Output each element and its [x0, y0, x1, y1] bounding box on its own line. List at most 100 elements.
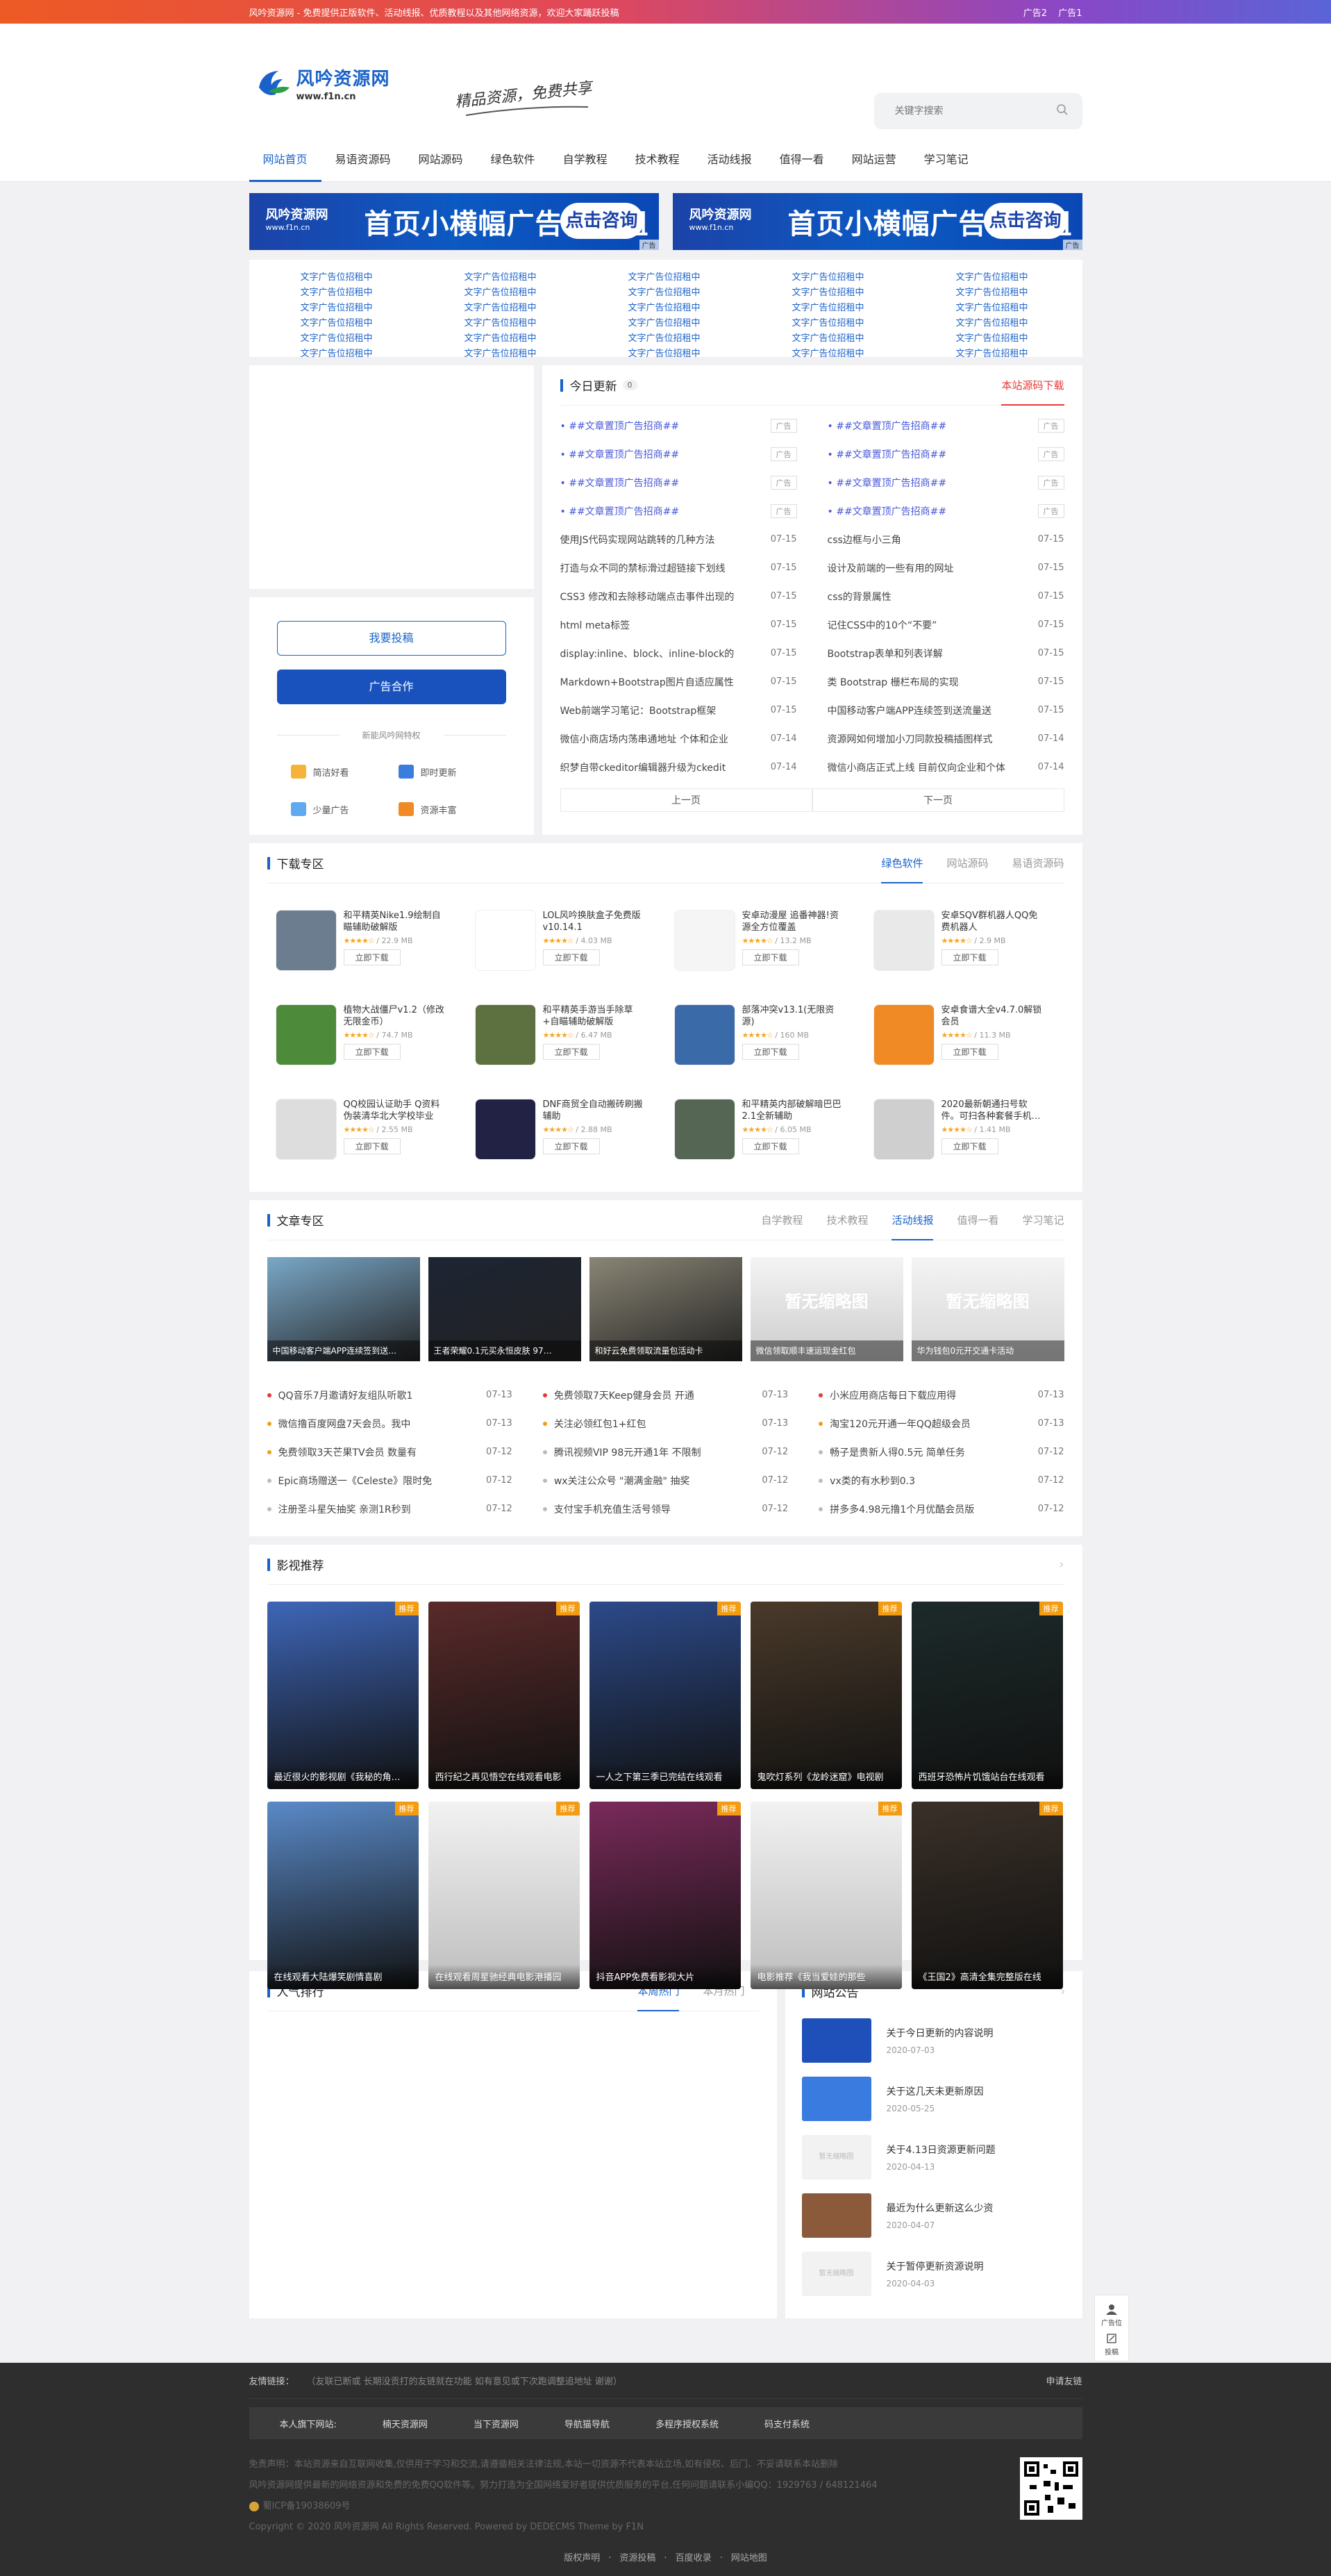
download-button[interactable]: 立即下载: [742, 1044, 799, 1060]
text-ad-link[interactable]: 文字广告位招租中: [301, 315, 464, 331]
list-item[interactable]: ##文章置顶广告招商##广告: [560, 468, 797, 497]
list-item[interactable]: ##文章置顶广告招商##广告: [560, 440, 797, 468]
tab-easy-code[interactable]: 易语资源码: [1012, 843, 1064, 883]
text-ad-link[interactable]: 文字广告位招租中: [792, 300, 956, 315]
banner-ad-right[interactable]: 风吟资源网 www.f1n.cn 首页小横幅广告位招租 点击咨询 广告: [672, 193, 1082, 250]
list-item[interactable]: wx关注公众号 "潮满金融" 抽奖 07-12: [542, 1466, 788, 1495]
footer-link[interactable]: 网站地图: [731, 2553, 767, 2563]
list-item[interactable]: 微信小商店场内荡串通地址 个体和企业 07-14: [560, 724, 797, 753]
notice-item[interactable]: 关于这几天未更新原因 2020-05-25: [801, 2070, 1066, 2128]
download-button[interactable]: 立即下载: [343, 949, 401, 965]
download-button[interactable]: 立即下载: [343, 1138, 401, 1154]
download-item[interactable]: LOL风吟换肤盒子免费版v10.14.1 ★★★★☆ / 4.03 MB 立即下载: [467, 892, 666, 986]
download-name[interactable]: 和平精英Nike1.9绘制自瞄辅助破解版: [344, 910, 448, 933]
submit-button[interactable]: 我要投稿: [276, 621, 506, 656]
banner-ad-left[interactable]: 风吟资源网 www.f1n.cn 首页小横幅广告位招租 点击咨询 广告: [249, 193, 659, 250]
top-ad2-link[interactable]: 广告2: [1023, 8, 1047, 19]
download-name[interactable]: 安卓动漫屋 追番神器!资源全方位覆盖: [742, 910, 846, 933]
own-site-link[interactable]: 当下资源网: [474, 2417, 519, 2430]
list-item[interactable]: Markdown+Bootstrap图片自适应属性 07-15: [560, 667, 797, 696]
notice-item[interactable]: 暂无缩略图 关于4.13日资源更新问题 2020-04-13: [801, 2128, 1066, 2186]
movie-card[interactable]: 推荐 《王国2》高清全集完整版在线: [911, 1802, 1063, 1989]
article-thumb[interactable]: 和好云免费领取流量包活动卡: [589, 1257, 742, 1361]
list-item[interactable]: 类 Bootstrap 栅栏布局的实现 07-15: [828, 667, 1064, 696]
text-ad-link[interactable]: 文字广告位招租中: [792, 285, 956, 300]
list-item[interactable]: 设计及前端的一些有用的网址 07-15: [828, 554, 1064, 582]
download-button[interactable]: 立即下载: [343, 1044, 401, 1060]
text-ad-link[interactable]: 文字广告位招租中: [464, 315, 628, 331]
download-name[interactable]: 植物大战僵尸v1.2（修改无限金币）: [344, 1004, 448, 1028]
text-ad-link[interactable]: 文字广告位招租中: [628, 300, 792, 315]
download-name[interactable]: QQ校园认证助手 Q资料伪装清华北大学校毕业: [344, 1099, 448, 1122]
list-item[interactable]: 腾讯视频VIP 98元开通1年 不限制 07-12: [542, 1438, 788, 1466]
download-button[interactable]: 立即下载: [542, 949, 600, 965]
footer-link[interactable]: 版权声明: [564, 2553, 600, 2563]
nav-site-operation[interactable]: 网站运营: [838, 146, 910, 182]
site-logo[interactable]: 风吟资源网 www.f1n.cn: [255, 64, 390, 103]
text-ad-link[interactable]: 文字广告位招租中: [301, 269, 464, 285]
text-ad-link[interactable]: 文字广告位招租中: [464, 269, 628, 285]
nav-web-source[interactable]: 网站源码: [405, 146, 477, 182]
own-site-link[interactable]: 楠天资源网: [383, 2417, 428, 2430]
text-ad-link[interactable]: 文字广告位招租中: [464, 346, 628, 361]
text-ad-link[interactable]: 文字广告位招租中: [464, 300, 628, 315]
footer-link[interactable]: 百度收录: [676, 2553, 712, 2563]
text-ad-link[interactable]: 文字广告位招租中: [956, 285, 1120, 300]
download-item[interactable]: 2020最新朝通扫号软件。可扫各种套餐手机… ★★★★☆ / 1.41 MB 立即下…: [865, 1081, 1064, 1175]
list-item[interactable]: display:inline、block、inline-block的 07-15: [560, 639, 797, 667]
list-item[interactable]: 小米应用商店每日下载应用得 07-13: [819, 1381, 1064, 1409]
list-item[interactable]: 注册圣斗星矢抽奖 亲测1R秒到 07-12: [267, 1495, 512, 1523]
text-ad-link[interactable]: 文字广告位招租中: [792, 269, 956, 285]
tab-web-source[interactable]: 网站源码: [946, 843, 988, 883]
text-ad-link[interactable]: 文字广告位招租中: [301, 300, 464, 315]
icp-record[interactable]: 蜀ICP备19038609号: [249, 2496, 1082, 2517]
text-ad-link[interactable]: 文字广告位招租中: [956, 346, 1120, 361]
own-site-link[interactable]: 多程序授权系统: [655, 2417, 719, 2430]
text-ad-link[interactable]: 文字广告位招租中: [956, 300, 1120, 315]
text-ad-link[interactable]: 文字广告位招租中: [464, 285, 628, 300]
nav-study-notes[interactable]: 学习笔记: [910, 146, 982, 182]
list-item[interactable]: Epic商场赠送一《Celeste》限时免 07-12: [267, 1466, 512, 1495]
list-item[interactable]: 微信小商店正式上线 目前仅向企业和个体 07-14: [828, 753, 1064, 781]
download-button[interactable]: 立即下载: [941, 1138, 998, 1154]
text-ad-link[interactable]: 文字广告位招租中: [628, 285, 792, 300]
side-ad-button[interactable]: 广告位: [1095, 2295, 1128, 2327]
notice-item[interactable]: 关于今日更新的内容说明 2020-07-03: [801, 2011, 1066, 2070]
download-item[interactable]: DNF商贸全自动搬砖刷搬辅助 ★★★★☆ / 2.88 MB 立即下载: [467, 1081, 666, 1175]
movie-card[interactable]: 推荐 最近很火的影视剧《我秘的角…: [267, 1602, 419, 1789]
movie-card[interactable]: 推荐 一人之下第三季已完结在线观看: [589, 1602, 741, 1789]
search-icon[interactable]: [1056, 103, 1069, 119]
list-item[interactable]: css边框与小三角 07-15: [828, 525, 1064, 554]
top-ad1-link[interactable]: 广告1: [1058, 8, 1082, 19]
download-name[interactable]: 安卓食谱大全v4.7.0解锁会员: [941, 1004, 1046, 1028]
banner-consult-button[interactable]: 点击咨询: [983, 203, 1067, 239]
movie-card[interactable]: 推荐 西班牙恐怖片饥饿站台在线观看: [911, 1602, 1063, 1789]
prev-page-button[interactable]: 上一页: [560, 788, 812, 812]
text-ad-link[interactable]: 文字广告位招租中: [301, 285, 464, 300]
list-item[interactable]: 中国移动客户端APP连续签到送流量送 07-15: [828, 696, 1064, 724]
list-item[interactable]: 畅子是贵新人得0.5元 简单任务 07-12: [819, 1438, 1064, 1466]
text-ad-link[interactable]: 文字广告位招租中: [301, 346, 464, 361]
download-item[interactable]: QQ校园认证助手 Q资料伪装清华北大学校毕业 ★★★★☆ / 2.55 MB 立即下…: [267, 1081, 467, 1175]
text-ad-link[interactable]: 文字广告位招租中: [956, 269, 1120, 285]
chevron-right-icon[interactable]: ›: [1059, 1557, 1064, 1572]
article-thumb[interactable]: 王者荣耀0.1元买永恒皮肤 97…: [428, 1257, 581, 1361]
download-name[interactable]: 和平精英手游当手除草+自瞄辅助破解版: [543, 1004, 647, 1028]
nav-green-software[interactable]: 绿色软件: [477, 146, 549, 182]
list-item[interactable]: 关注必领红包1+红包 07-13: [542, 1409, 788, 1438]
download-button[interactable]: 立即下载: [742, 949, 799, 965]
movie-card[interactable]: 推荐 在线观看大陆爆笑剧情喜剧: [267, 1802, 419, 1989]
text-ad-link[interactable]: 文字广告位招租中: [628, 346, 792, 361]
list-item[interactable]: css的背景属性 07-15: [828, 582, 1064, 610]
download-name[interactable]: 2020最新朝通扫号软件。可扫各种套餐手机…: [941, 1099, 1046, 1122]
source-download-link[interactable]: 本站源码下载: [1001, 365, 1064, 406]
list-item[interactable]: ##文章置顶广告招商##广告: [560, 497, 797, 525]
list-item[interactable]: Web前端学习笔记：Bootstrap框架 07-15: [560, 696, 797, 724]
article-thumb[interactable]: 中国移动客户端APP连续签到送…: [267, 1257, 420, 1361]
text-ad-link[interactable]: 文字广告位招租中: [956, 315, 1120, 331]
list-item[interactable]: 使用JS代码实现网站跳转的几种方法 07-15: [560, 525, 797, 554]
ad-coop-button[interactable]: 广告合作: [276, 670, 506, 704]
download-item[interactable]: 植物大战僵尸v1.2（修改无限金币） ★★★★☆ / 74.7 MB 立即下载: [267, 986, 467, 1081]
download-name[interactable]: 和平精英内部破解暗巴巴2.1全新辅助: [742, 1099, 846, 1122]
tab-green-software[interactable]: 绿色软件: [881, 843, 923, 883]
